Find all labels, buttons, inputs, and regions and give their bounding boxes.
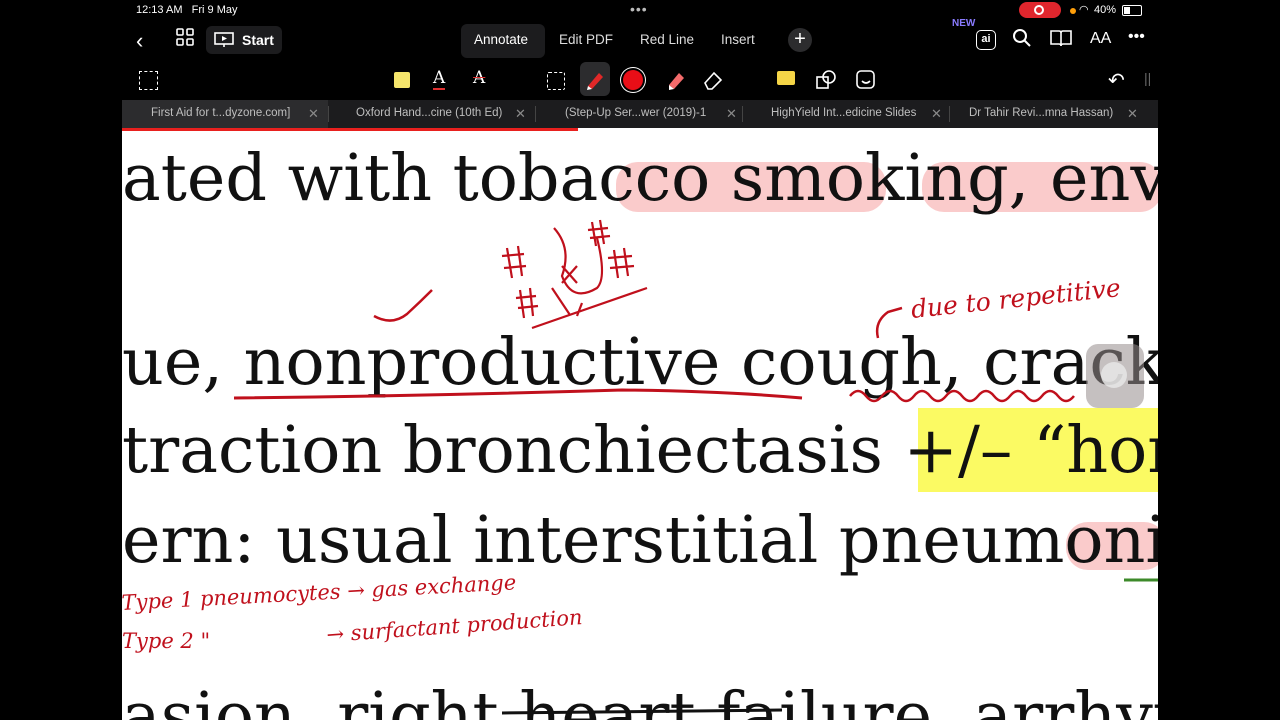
strikethrough-mark [501, 708, 783, 715]
toolbar-handle-icon[interactable]: || [1144, 70, 1151, 86]
color-swatch-red[interactable] [623, 70, 643, 90]
pen-icon [587, 73, 603, 90]
ipad-screen: 12:13 AM Fri 9 May ••• ◠ 40% ‹ Start Ann… [122, 0, 1158, 720]
handwritten-note: Type 2 " [122, 629, 210, 653]
document-tab-label: Dr Tahir Revi...mna Hassan) [969, 107, 1114, 119]
handwritten-note: due to repetitive [910, 273, 1122, 324]
tab-red-line[interactable]: Red Line [640, 32, 694, 47]
marker-icon[interactable] [665, 69, 687, 96]
close-icon[interactable]: ✕ [515, 106, 526, 122]
strikethrough-icon[interactable]: A [473, 68, 485, 88]
document-tab-label: First Aid for t...dyzone.com] [151, 107, 291, 119]
ai-icon[interactable]: ai [976, 30, 996, 50]
sticker-icon[interactable] [855, 69, 877, 96]
annotation-toolbar: A A ↶ || [122, 60, 1158, 100]
battery-icon [1122, 5, 1142, 16]
tab-edit-pdf[interactable]: Edit PDF [559, 32, 613, 47]
wavy-underline-ink [849, 389, 1075, 403]
document-tab[interactable]: Oxford Hand...cine (10th Ed) ✕ [329, 100, 535, 128]
text-size-icon[interactable]: AA [1090, 30, 1111, 48]
tab-insert[interactable]: Insert [721, 32, 755, 47]
wifi-icon: ◠ [1079, 4, 1089, 16]
document-tab-label: HighYield Int...edicine Slides [771, 107, 917, 119]
battery-percent: 40% [1094, 4, 1117, 16]
status-time: 12:13 AM Fri 9 May [136, 4, 238, 16]
document-tab[interactable]: (Step-Up Ser...wer (2019)-1 ✕ [536, 100, 742, 128]
close-icon[interactable]: ✕ [931, 106, 942, 122]
document-tab[interactable]: HighYield Int...edicine Slides ✕ [743, 100, 949, 128]
document-tab[interactable]: Dr Tahir Revi...mna Hassan) ✕ [950, 100, 1158, 128]
document-tab-strip: First Aid for t...dyzone.com] ✕ Oxford H… [122, 100, 1158, 128]
back-chevron-icon[interactable]: ‹ [136, 28, 143, 54]
main-toolbar: ‹ Start Annotate Edit PDF Red Line Inser… [122, 18, 1158, 60]
handwritten-note: Type 1 pneumocytes → gas exchange [122, 570, 517, 615]
screen-record-icon[interactable] [1019, 2, 1061, 18]
crop-icon[interactable] [547, 72, 565, 90]
close-icon[interactable]: ✕ [308, 106, 319, 122]
close-icon[interactable]: ✕ [726, 106, 737, 122]
shapes-icon[interactable] [815, 69, 837, 96]
document-tab[interactable]: First Aid for t...dyzone.com] ✕ [122, 100, 328, 128]
arrow-ink [875, 306, 903, 339]
handwritten-note: → surfactant production [326, 605, 584, 647]
pdf-page[interactable]: ated with tobacco smoking, environm ue, … [122, 128, 1158, 720]
doodle-ink [501, 219, 648, 330]
tab-annotate[interactable]: Annotate [474, 32, 528, 47]
comment-icon[interactable] [777, 71, 795, 85]
pen-tool-active[interactable] [580, 62, 610, 96]
assistive-touch-button[interactable] [1086, 344, 1144, 408]
undo-icon[interactable]: ↶ [1108, 68, 1125, 93]
underline-ink [233, 388, 803, 400]
close-icon[interactable]: ✕ [1127, 106, 1138, 122]
checkmark-ink [373, 289, 433, 322]
eraser-icon[interactable] [702, 69, 724, 96]
presentation-icon [214, 32, 234, 47]
start-label: Start [242, 32, 274, 48]
multitask-dots[interactable]: ••• [630, 1, 648, 17]
status-bar: 12:13 AM Fri 9 May ••• ◠ 40% [122, 0, 1158, 22]
more-icon[interactable]: ••• [1128, 28, 1145, 46]
lasso-select-icon[interactable] [139, 71, 158, 90]
document-tab-label: Oxford Hand...cine (10th Ed) [356, 107, 503, 119]
grid-icon[interactable] [176, 28, 194, 51]
add-icon[interactable]: + [788, 28, 812, 52]
highlighter-yellow-icon[interactable] [394, 72, 410, 88]
handwriting-layer: due to repetitive Type 1 pneumocytes → g… [122, 219, 1158, 715]
search-icon[interactable] [1012, 28, 1032, 53]
start-presentation-button[interactable]: Start [206, 26, 282, 54]
mic-indicator-icon [1070, 8, 1076, 14]
book-icon[interactable] [1050, 29, 1072, 52]
new-badge: NEW [952, 18, 976, 29]
document-tab-label: (Step-Up Ser...wer (2019)-1 [565, 107, 707, 119]
text-color-icon[interactable]: A [433, 68, 446, 90]
